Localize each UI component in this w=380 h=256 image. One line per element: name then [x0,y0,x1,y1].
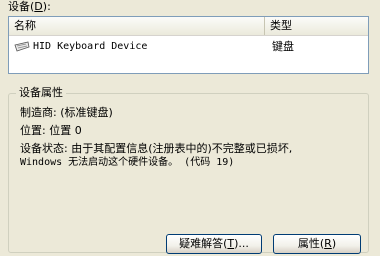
device-list-label-text: 设备 [8,0,30,13]
properties-hotkey: R [324,237,332,250]
location-text: 位置: 位置 0 [20,124,82,137]
device-list-header: 名称 类型 [9,17,368,36]
manufacturer-text: 制造商: (标准键盘) [20,106,113,119]
column-header-type[interactable]: 类型 [265,17,368,35]
troubleshoot-suffix: )... [234,237,249,250]
keyboard-icon [14,41,30,52]
device-list-hotkey: D [34,0,43,13]
column-header-name[interactable]: 名称 [9,17,265,35]
label-paren-close: ): [42,0,51,13]
device-row[interactable]: HID Keyboard Device 键盘 [9,38,368,55]
device-name: HID Keyboard Device [33,41,148,52]
device-status-line2: Windows 无法启动这个硬件设备。 (代码 19) [20,157,235,168]
device-type: 键盘 [272,40,294,53]
device-list[interactable]: 名称 类型 HID Keyboard Device 键盘 [8,16,369,74]
properties-suffix: ) [331,237,337,250]
device-properties-title: 设备属性 [16,86,66,100]
properties-button[interactable]: 属性(R) [273,234,361,254]
troubleshoot-label: 疑难解答( [179,237,228,250]
troubleshoot-button[interactable]: 疑难解答(T)... [166,234,262,254]
device-status-line1: 设备状态: 由于其配置信息(注册表中的)不完整或已损坏, [20,142,293,155]
device-list-label: 设备(D): [8,0,51,14]
properties-label: 属性( [297,237,325,250]
